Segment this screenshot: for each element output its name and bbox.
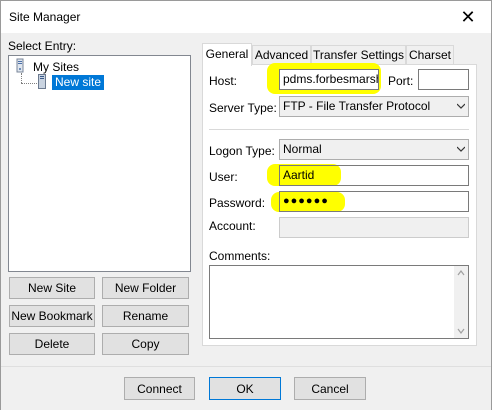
password-label: Password: [209, 196, 266, 210]
divider [209, 129, 469, 130]
connect-button[interactable]: Connect [124, 377, 195, 400]
close-icon[interactable]: ✕ [445, 1, 491, 33]
folder-icon [16, 58, 24, 73]
comments-textarea[interactable] [209, 265, 469, 339]
user-label: User: [209, 170, 238, 184]
chevron-down-icon [457, 146, 465, 152]
host-input[interactable]: pdms.forbesmarsha [279, 69, 379, 90]
server-type-value: FTP - File Transfer Protocol [283, 99, 431, 113]
tree-connector [21, 73, 22, 83]
port-input[interactable] [418, 69, 469, 90]
logon-type-label: Logon Type: [209, 144, 275, 158]
delete-button[interactable]: Delete [9, 333, 95, 355]
site-manager-window: Site Manager ✕ Select Entry: My Sites Ne… [0, 0, 492, 410]
account-label: Account: [209, 219, 256, 233]
server-type-select[interactable]: FTP - File Transfer Protocol [279, 96, 469, 117]
copy-button[interactable]: Copy [102, 333, 189, 355]
rename-button[interactable]: Rename [102, 305, 189, 327]
chevron-down-icon [457, 103, 465, 109]
title-bar: Site Manager ✕ [1, 1, 491, 33]
scroll-down-icon[interactable] [454, 326, 468, 336]
select-entry-label: Select Entry: [8, 39, 77, 53]
new-site-button[interactable]: New Site [9, 277, 95, 299]
site-tree[interactable]: My Sites New site [8, 55, 191, 272]
tree-root-label: My Sites [33, 60, 80, 74]
tab-transfer-settings[interactable]: Transfer Settings [311, 45, 406, 64]
comments-scrollbar[interactable] [454, 266, 468, 338]
account-input [279, 217, 469, 238]
cancel-button[interactable]: Cancel [294, 377, 366, 400]
tree-item-new-site[interactable]: New site [52, 75, 105, 90]
new-bookmark-button[interactable]: New Bookmark [9, 305, 95, 327]
password-input[interactable]: ●●●●●● [279, 191, 469, 212]
server-type-label: Server Type: [209, 101, 277, 115]
port-label: Port: [388, 74, 414, 88]
tab-charset[interactable]: Charset [406, 45, 454, 64]
window-title: Site Manager [9, 10, 81, 24]
scroll-up-icon[interactable] [454, 268, 468, 278]
tab-general[interactable]: General [202, 43, 252, 66]
logon-type-select[interactable]: Normal [279, 139, 469, 160]
logon-type-value: Normal [283, 142, 322, 156]
server-icon [38, 74, 46, 89]
tree-connector [21, 83, 37, 84]
host-label: Host: [209, 74, 238, 88]
ok-button[interactable]: OK [209, 377, 281, 400]
user-input[interactable]: Aartid [279, 165, 469, 186]
new-folder-button[interactable]: New Folder [102, 277, 189, 299]
tab-advanced[interactable]: Advanced [252, 45, 311, 64]
comments-label: Comments: [209, 249, 271, 263]
